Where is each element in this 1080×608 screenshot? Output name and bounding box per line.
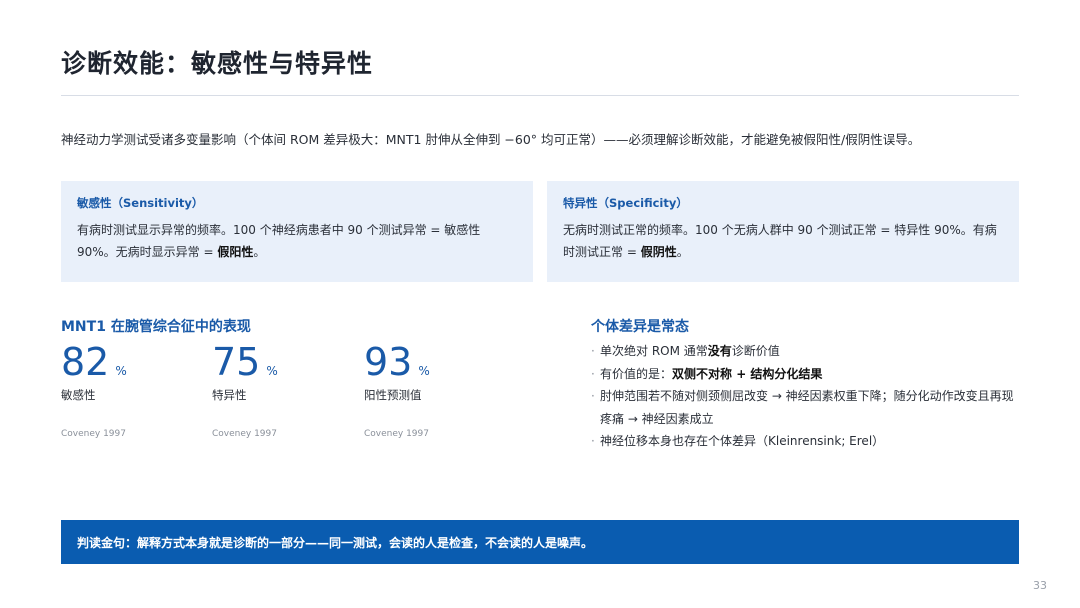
list-item-text: 神经位移本身也存在个体差异（Kleinrensink; Erel）: [600, 430, 884, 453]
bullet-dot: ·: [591, 344, 595, 358]
stat-value: 93: [364, 340, 413, 384]
stat-unit: %: [418, 364, 430, 378]
specificity-card: 特异性（Specificity） 无病时测试正常的频率。100 个无病人群中 9…: [547, 181, 1019, 282]
list-item: · 神经位移本身也存在个体差异（Kleinrensink; Erel）: [591, 430, 1019, 453]
list-item: · 有价值的是：双侧不对称 + 结构分化结果: [591, 363, 1019, 386]
sensitivity-card-body: 有病时测试显示异常的频率。100 个神经病患者中 90 个测试异常 = 敏感性 …: [77, 219, 517, 263]
stat-label: 特异性: [212, 388, 247, 402]
stat-label: 阳性预测值: [364, 388, 422, 402]
page-number: 33: [1033, 579, 1047, 592]
bullet-dot: ·: [591, 366, 595, 381]
stat-source: Coveney 1997: [61, 429, 126, 439]
stat-value-row: 75 %: [212, 340, 352, 384]
false-negative-term: 假阴性: [640, 245, 677, 259]
bullet-dot: ·: [591, 434, 595, 448]
sensitivity-body-end: 。: [253, 245, 266, 259]
bullet-text: 有价值的是：: [600, 366, 673, 381]
banner-text: 判读金句：解释方式本身就是诊断的一部分——同一测试，会读的人是检查，不会读的人是…: [77, 535, 594, 550]
bullet-text: 肘伸范围若不随对侧颈侧屈改变 → 神经因素权重下降；随分化动作改变且再现疼痛 →…: [600, 389, 1014, 426]
stat-value: 75: [212, 340, 261, 384]
list-item-text: 有价值的是：双侧不对称 + 结构分化结果: [600, 363, 822, 386]
mnt1-heading: MNT1 在腕管综合征中的表现: [61, 319, 251, 335]
specificity-body-end: 。: [676, 245, 689, 259]
bullet-emphasis: 没有: [707, 344, 732, 358]
list-item: · 肘伸范围若不随对侧颈侧屈改变 → 神经因素权重下降；随分化动作改变且再现疼痛…: [591, 385, 1019, 430]
sensitivity-body-text: 有病时测试显示异常的频率。100 个神经病患者中 90 个测试异常 = 敏感性 …: [77, 223, 481, 259]
intro-text: 神经动力学测试受诸多变量影响（个体间 ROM 差异极大：MNT1 肘伸从全伸到 …: [61, 132, 921, 147]
bullet-text: 单次绝对 ROM 通常: [600, 344, 708, 358]
specificity-card-title: 特异性（Specificity）: [563, 196, 688, 210]
false-positive-term: 假阳性: [217, 245, 254, 259]
bullet-emphasis: 双侧不对称 + 结构分化结果: [672, 366, 823, 381]
stat-value-row: 82 %: [61, 340, 201, 384]
stat-specificity: 75 % 特异性 Coveney 1997: [212, 340, 352, 439]
specificity-body-text: 无病时测试正常的频率。100 个无病人群中 90 个测试正常 = 特异性 90%…: [563, 223, 997, 259]
stat-unit: %: [115, 364, 127, 378]
stat-source: Coveney 1997: [364, 429, 429, 439]
stat-label: 敏感性: [61, 388, 96, 402]
stat-sensitivity: 82 % 敏感性 Coveney 1997: [61, 340, 201, 439]
bullet-dot: ·: [591, 389, 595, 403]
bullet-text: 神经位移本身也存在个体差异（Kleinrensink; Erel）: [600, 434, 885, 448]
variation-list: · 单次绝对 ROM 通常没有诊断价值 · 有价值的是：双侧不对称 + 结构分化…: [591, 340, 1019, 453]
sensitivity-card-title: 敏感性（Sensitivity）: [77, 196, 204, 210]
variation-heading: 个体差异是常态: [591, 319, 689, 335]
stat-ppv: 93 % 阳性预测值 Coveney 1997: [364, 340, 504, 439]
sensitivity-card: 敏感性（Sensitivity） 有病时测试显示异常的频率。100 个神经病患者…: [61, 181, 533, 282]
list-item: · 单次绝对 ROM 通常没有诊断价值: [591, 340, 1019, 363]
key-takeaway-banner: 判读金句：解释方式本身就是诊断的一部分——同一测试，会读的人是检查，不会读的人是…: [61, 520, 1019, 564]
stat-value: 82: [61, 340, 110, 384]
stat-source: Coveney 1997: [212, 429, 277, 439]
slide-title: 诊断效能：敏感性与特异性: [61, 49, 374, 78]
bullet-text-end: 诊断价值: [731, 344, 780, 358]
list-item-text: 肘伸范围若不随对侧颈侧屈改变 → 神经因素权重下降；随分化动作改变且再现疼痛 →…: [600, 385, 1019, 430]
specificity-card-body: 无病时测试正常的频率。100 个无病人群中 90 个测试正常 = 特异性 90%…: [563, 219, 1003, 263]
title-divider: [61, 95, 1019, 96]
stat-value-row: 93 %: [364, 340, 504, 384]
list-item-text: 单次绝对 ROM 通常没有诊断价值: [600, 340, 780, 363]
stat-unit: %: [266, 364, 278, 378]
